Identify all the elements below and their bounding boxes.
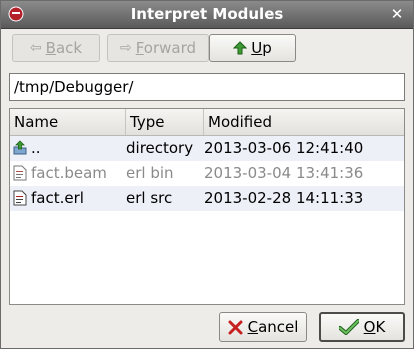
up-button[interactable]: Up xyxy=(209,34,296,62)
ok-label-rest: K xyxy=(375,318,386,336)
forward-button[interactable]: ⇨ Forward xyxy=(107,34,209,62)
window-title: Interpret Modules xyxy=(130,5,284,23)
cancel-label: Cancel xyxy=(248,318,299,336)
forward-mnemonic: F xyxy=(135,39,144,57)
row-name: fact.erl xyxy=(31,189,84,207)
column-header-type[interactable]: Type xyxy=(126,109,204,135)
cancel-button[interactable]: Cancel xyxy=(219,312,307,342)
back-mnemonic: B xyxy=(45,39,56,57)
row-modified: 2013-03-06 12:41:40 xyxy=(204,139,364,157)
file-list[interactable]: Name Type Modified .. directory 2013-03-… xyxy=(9,108,405,305)
left-arrow-icon: ⇦ xyxy=(29,40,42,56)
file-icon xyxy=(13,165,27,181)
cancel-x-icon xyxy=(228,320,243,334)
right-arrow-icon: ⇨ xyxy=(119,40,132,56)
back-button[interactable]: ⇦ Back xyxy=(12,34,100,62)
forward-label-rest: orward xyxy=(143,39,197,57)
row-name: fact.beam xyxy=(31,164,107,182)
ok-button[interactable]: OK xyxy=(319,312,405,342)
row-type: directory xyxy=(126,139,194,157)
title-bar[interactable]: Interpret Modules ✕ xyxy=(1,1,413,29)
interpret-modules-dialog: Interpret Modules ✕ ⇦ Back ⇨ Forward Up … xyxy=(0,0,414,349)
column-header-name[interactable]: Name xyxy=(10,109,126,135)
row-modified: 2013-02-28 14:11:33 xyxy=(204,189,364,207)
list-item[interactable]: fact.erl erl src 2013-02-28 14:11:33 xyxy=(10,186,404,211)
list-item[interactable]: .. directory 2013-03-06 12:41:40 xyxy=(10,136,404,161)
row-modified: 2013-03-04 13:41:36 xyxy=(204,164,364,182)
up-label-rest: p xyxy=(262,39,272,57)
ok-mnemonic: O xyxy=(363,318,376,336)
file-icon xyxy=(13,190,27,206)
path-input[interactable]: /tmp/Debugger/ xyxy=(9,73,405,101)
row-type: erl src xyxy=(126,189,173,207)
folder-up-icon xyxy=(13,140,27,155)
back-label: Back xyxy=(46,39,82,57)
column-header-modified[interactable]: Modified xyxy=(204,109,404,135)
check-icon xyxy=(338,319,359,335)
dialog-footer: Cancel OK xyxy=(1,309,413,349)
close-icon[interactable]: ✕ xyxy=(389,6,405,22)
row-type: erl bin xyxy=(126,164,174,182)
up-label: Up xyxy=(251,39,272,57)
back-label-rest: ack xyxy=(55,39,83,57)
row-name: .. xyxy=(31,139,41,157)
cancel-label-rest: ancel xyxy=(258,318,299,336)
forward-label: Forward xyxy=(136,39,196,57)
navigation-toolbar: ⇦ Back ⇨ Forward Up xyxy=(10,34,410,64)
up-mnemonic: U xyxy=(251,39,263,57)
list-item[interactable]: fact.beam erl bin 2013-03-04 13:41:36 xyxy=(10,161,404,186)
cancel-mnemonic: C xyxy=(247,318,259,336)
up-arrow-icon xyxy=(233,41,248,55)
ok-label: OK xyxy=(364,318,386,336)
list-header: Name Type Modified xyxy=(10,109,404,136)
